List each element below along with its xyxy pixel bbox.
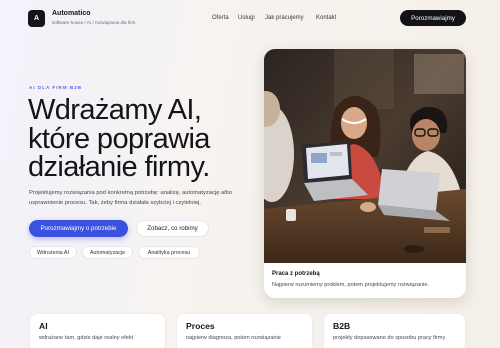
top-navigation: A Automatico software house / AI / rozwi… (0, 0, 500, 38)
tag-wdrozenia-ai: Wdrożenia AI (29, 246, 77, 259)
nav-link-kontakt[interactable]: Kontakt (316, 15, 336, 21)
see-what-we-do-button[interactable]: Zobacz, co robimy (136, 220, 209, 237)
photo-card-text: Najpierw rozumiemy problem, potem projek… (272, 282, 429, 288)
feature-card-ai: AI wdrażane tam, gdzie daje realny efekt (29, 313, 166, 348)
photo-card: Praca z potrzebą Najpierw rozumiemy prob… (264, 49, 466, 298)
nav-cta-button[interactable]: Porozmawiajmy (400, 10, 466, 26)
team-meeting-photo (264, 49, 466, 263)
feature-card-title: B2B (333, 321, 351, 331)
nav-link-uslugi[interactable]: Usługi (238, 15, 255, 21)
hero-description: Projektujemy rozwiązania pod konkretną p… (29, 190, 233, 206)
feature-card-text: wdrażane tam, gdzie daje realny efekt (39, 335, 134, 341)
hero-eyebrow: AI DLA FIRM B2B (29, 85, 83, 90)
feature-card-text: projekty dopasowane do sposobu pracy fir… (333, 335, 446, 341)
feature-card-proces: Proces najpierw diagnoza, potem rozwiąza… (176, 313, 313, 348)
tag-automatyzacje: Automatyzacje (82, 246, 133, 259)
nav-link-oferta[interactable]: Oferta (212, 15, 229, 21)
brand-logo[interactable]: A (28, 10, 45, 27)
feature-card-title: AI (39, 321, 48, 331)
talk-about-need-button[interactable]: Porozmawiajmy o potrzebie (29, 220, 128, 237)
feature-card-b2b: B2B projekty dopasowane do sposobu pracy… (323, 313, 466, 348)
photo-card-title: Praca z potrzebą (272, 271, 320, 277)
hero-headline: Wdrażamy AI, które poprawia działanie fi… (28, 94, 210, 183)
brand-tagline: software house / AI / rozwiązania dla fi… (52, 20, 136, 25)
feature-card-title: Proces (186, 321, 215, 331)
feature-card-text: najpierw diagnoza, potem rozwiązanie (186, 335, 281, 341)
tag-analityka-procesu: Analityka procesu (138, 246, 200, 259)
brand-name[interactable]: Automatico (52, 10, 91, 17)
nav-link-jak-pracujemy[interactable]: Jak pracujemy (265, 15, 304, 21)
